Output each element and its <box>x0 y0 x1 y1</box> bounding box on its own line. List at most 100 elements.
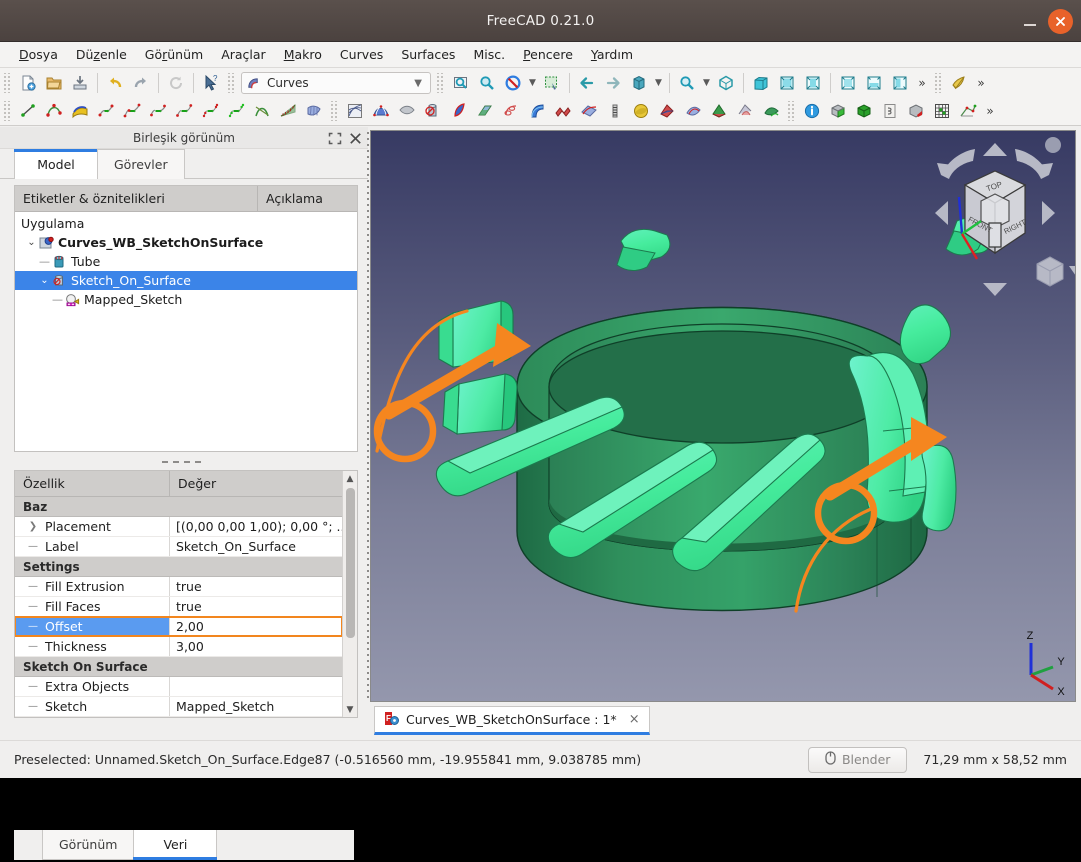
toolbar-grip[interactable] <box>934 73 943 93</box>
box-selection-icon[interactable] <box>539 70 565 96</box>
tab-gorevler[interactable]: Görevler <box>97 149 185 179</box>
chevron-down-icon[interactable]: ⌄ <box>25 237 38 248</box>
property-row-thickness[interactable]: — Thickness 3,00 <box>15 637 342 657</box>
segment-surface-icon[interactable] <box>472 98 498 124</box>
toolbar-overflow-icon[interactable]: » <box>913 70 931 96</box>
menu-araclar[interactable]: Araçlar <box>212 44 275 65</box>
rear-view-icon[interactable] <box>835 70 861 96</box>
blend-curve-icon[interactable] <box>93 98 119 124</box>
3d-scene[interactable]: TOP FRONT RIGHT Z Y X <box>371 131 1075 701</box>
left-view-icon[interactable] <box>887 70 913 96</box>
3d-viewport[interactable]: TOP FRONT RIGHT Z Y X <box>370 130 1076 702</box>
grid-icon[interactable] <box>929 98 955 124</box>
menu-surfaces[interactable]: Surfaces <box>392 44 464 65</box>
sphere-icon[interactable] <box>628 98 654 124</box>
workbench-selector[interactable]: Curves ▼ <box>241 72 431 94</box>
paste-icon[interactable] <box>732 98 758 124</box>
property-row-fill-faces[interactable]: — Fill Faces true <box>15 597 342 617</box>
join-curve-icon[interactable] <box>145 98 171 124</box>
zoom-icon[interactable] <box>674 70 700 96</box>
scrollbar-thumb[interactable] <box>345 488 355 638</box>
std-views-icon[interactable] <box>626 70 652 96</box>
sketcher-icon[interactable] <box>955 98 981 124</box>
property-column-value[interactable]: Değer <box>170 471 342 496</box>
fit-all-icon[interactable] <box>448 70 474 96</box>
gordon-surface-icon[interactable] <box>368 98 394 124</box>
tree-column-labels[interactable]: Etiketler & öznitelikleri <box>15 186 258 211</box>
menu-gorunum[interactable]: Görünüm <box>136 44 212 65</box>
refresh-icon[interactable] <box>163 70 189 96</box>
split-curve-icon[interactable] <box>171 98 197 124</box>
sublink-icon[interactable] <box>446 98 472 124</box>
property-value[interactable]: Mapped_Sketch <box>170 697 342 716</box>
toolbar-grip[interactable] <box>3 100 12 121</box>
menu-makro[interactable]: Makro <box>275 44 331 65</box>
panel-splitter[interactable] <box>14 456 354 468</box>
mixed-curve-icon[interactable] <box>576 98 602 124</box>
document-tab[interactable]: F Curves_WB_SketchOnSurface : 1* × <box>374 706 650 735</box>
zebra-icon[interactable] <box>301 98 327 124</box>
toolbar-grip[interactable] <box>787 100 796 121</box>
undo-icon[interactable] <box>102 70 128 96</box>
draw-style-icon[interactable] <box>500 70 526 96</box>
tree-row-mapped-sketch[interactable]: — Mapped_Sketch <box>15 290 357 309</box>
property-value[interactable]: [(0,00 0,00 1,00); 0,00 °; ... <box>170 517 342 536</box>
toolbar-grip[interactable] <box>3 73 12 93</box>
chevron-down-icon[interactable]: ▼ <box>526 70 539 96</box>
tree-row-tube[interactable]: — Tube <box>15 252 357 271</box>
property-column-name[interactable]: Özellik <box>15 471 170 496</box>
property-value[interactable]: Sketch_On_Surface <box>170 537 342 556</box>
parametric-comb-icon[interactable] <box>275 98 301 124</box>
tab-veri[interactable]: Veri <box>133 830 218 860</box>
curve-extend-icon[interactable] <box>119 98 145 124</box>
profile-support-icon[interactable] <box>550 98 576 124</box>
scroll-down-icon[interactable]: ▼ <box>343 702 358 717</box>
close-panel-icon[interactable] <box>349 132 362 145</box>
tube-icon[interactable] <box>524 98 550 124</box>
interpolate-icon[interactable] <box>249 98 275 124</box>
navigation-cube[interactable]: TOP FRONT RIGHT <box>935 137 1075 296</box>
open-document-icon[interactable] <box>41 70 67 96</box>
expand-icon[interactable]: ❯ <box>21 521 45 532</box>
toolbar-grip[interactable] <box>436 73 445 93</box>
sketch-on-surface-icon[interactable] <box>67 98 93 124</box>
tree-row-document[interactable]: ⌄ Curves_WB_SketchOnSurface <box>15 233 357 252</box>
solid-from-shell-icon[interactable] <box>654 98 680 124</box>
line-icon[interactable] <box>15 98 41 124</box>
section-icon[interactable] <box>877 98 903 124</box>
whats-this-icon[interactable]: ? <box>198 70 224 96</box>
approximate-icon[interactable] <box>223 98 249 124</box>
redo-icon[interactable] <box>128 70 154 96</box>
float-panel-icon[interactable] <box>328 132 342 145</box>
property-value[interactable] <box>170 677 342 696</box>
menu-dosya[interactable]: DDosyaosya <box>10 44 67 65</box>
menu-misc[interactable]: Misc. <box>464 44 514 65</box>
property-value[interactable]: true <box>170 577 342 596</box>
boolean-icon[interactable] <box>706 98 732 124</box>
tree-row-application[interactable]: Uygulama <box>15 214 357 233</box>
property-value-offset[interactable]: 2,00 <box>170 617 342 636</box>
navigation-style-button[interactable]: Blender <box>807 746 908 773</box>
chevron-down-icon[interactable]: ▼ <box>414 78 426 89</box>
minimize-button[interactable] <box>1022 13 1038 29</box>
chevron-down-icon[interactable]: ▼ <box>652 70 665 96</box>
part-cube-icon[interactable] <box>825 98 851 124</box>
green-cube-icon[interactable] <box>851 98 877 124</box>
axonometric-icon[interactable] <box>713 70 739 96</box>
front-view-icon[interactable] <box>748 70 774 96</box>
curves-misc-icon[interactable] <box>680 98 706 124</box>
right-view-icon[interactable] <box>800 70 826 96</box>
pipeshell-icon[interactable] <box>420 98 446 124</box>
scroll-up-icon[interactable]: ▲ <box>343 471 358 486</box>
new-document-icon[interactable] <box>15 70 41 96</box>
toolbar-overflow-icon[interactable]: » <box>972 70 990 96</box>
toolbar-grip[interactable] <box>227 73 236 93</box>
back-icon[interactable] <box>574 70 600 96</box>
property-scrollbar[interactable]: ▲ ▼ <box>342 471 357 717</box>
bottom-view-icon[interactable] <box>861 70 887 96</box>
fit-selection-icon[interactable] <box>474 70 500 96</box>
isocurve-icon[interactable] <box>602 98 628 124</box>
property-value[interactable]: 3,00 <box>170 637 342 656</box>
property-row-offset[interactable]: — Offset 2,00 <box>15 616 342 637</box>
discretize-icon[interactable] <box>197 98 223 124</box>
